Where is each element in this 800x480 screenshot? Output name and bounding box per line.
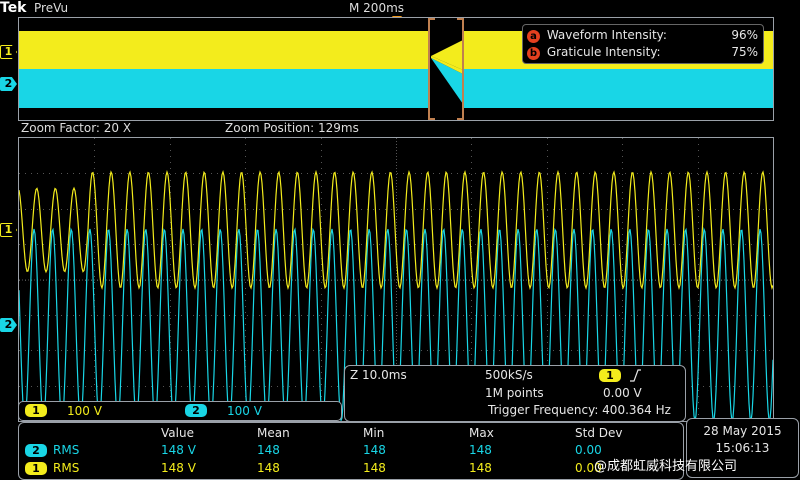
- graticule-intensity-label: Graticule Intensity:: [546, 45, 661, 59]
- record-length: 1M points: [485, 386, 544, 400]
- brand-logo: Tek: [0, 0, 27, 16]
- sample-rate: 500kS/s: [485, 368, 533, 382]
- meas-ch2-value: 148 V: [161, 443, 196, 457]
- channel-scale-box[interactable]: 1 100 V 2 100 V: [18, 401, 342, 421]
- meas-ch1-max: 148: [469, 461, 492, 475]
- acquisition-trigger-box[interactable]: Z 10.0ms 500kS/s 1 1M points 0.00 V Trig…: [344, 365, 686, 422]
- acquisition-mode: PreVu: [34, 1, 69, 15]
- date-label: 28 May 2015: [703, 424, 782, 438]
- meas-ch1-min: 148: [363, 461, 386, 475]
- info-row-waveform-intensity: a Waveform Intensity:: [527, 28, 667, 43]
- meas-ch2-max: 148: [469, 443, 492, 457]
- meas-ch2-mean: 148: [257, 443, 280, 457]
- zoom-factor-label: Zoom Factor: 20 X: [21, 121, 132, 135]
- ch2-overview-band: [19, 69, 773, 108]
- meas-ch2-badge: 2: [25, 444, 47, 457]
- trigger-level: 0.00 V: [603, 386, 642, 400]
- badge-a-icon: a: [527, 30, 540, 43]
- meas-ch1-mean: 148: [257, 461, 280, 475]
- zoom-window-bracket[interactable]: [428, 18, 464, 120]
- watermark-text: @成都虹威科技有限公司: [594, 459, 738, 474]
- time-label: 15:06:13: [715, 441, 770, 455]
- meas-ch2-type: RMS: [53, 443, 80, 457]
- meas-ch1-type: RMS: [53, 461, 80, 475]
- waveform-intensity-label: Waveform Intensity:: [546, 28, 667, 42]
- col-header-max: Max: [469, 426, 494, 440]
- ch1-overview-marker[interactable]: 1: [0, 45, 17, 59]
- col-header-min: Min: [363, 426, 385, 440]
- col-header-mean: Mean: [257, 426, 290, 440]
- waveform-intensity-value: 96%: [731, 28, 758, 42]
- ch2-overview-marker[interactable]: 2: [0, 77, 17, 91]
- badge-b-icon: b: [527, 47, 540, 60]
- intensity-info-box: a Waveform Intensity: 96% b Graticule In…: [522, 24, 764, 64]
- col-header-value: Value: [161, 426, 194, 440]
- measurement-table[interactable]: Value Mean Min Max Std Dev 2 RMS 148 V 1…: [18, 422, 684, 480]
- ch1-zoom-marker[interactable]: 1: [0, 223, 17, 237]
- rising-edge-icon: [630, 369, 641, 382]
- ch1-scale-badge[interactable]: 1: [25, 404, 47, 417]
- graticule-intensity-value: 75%: [731, 45, 758, 59]
- ch2-scale-value: 100 V: [227, 404, 262, 418]
- zoom-position-label: Zoom Position: 129ms: [225, 121, 359, 135]
- ch2-zoom-marker[interactable]: 2: [0, 318, 17, 332]
- trigger-source-badge[interactable]: 1: [599, 369, 621, 382]
- ch1-scale-value: 100 V: [67, 404, 102, 418]
- col-header-std-dev: Std Dev: [575, 426, 623, 440]
- ch2-scale-badge[interactable]: 2: [185, 404, 207, 417]
- meas-ch1-badge: 1: [25, 462, 47, 475]
- info-row-graticule-intensity: b Graticule Intensity:: [527, 45, 661, 60]
- timebase-label: M 200ms: [349, 1, 405, 15]
- zoom-timebase: Z 10.0ms: [350, 368, 407, 382]
- meas-ch2-min: 148: [363, 443, 386, 457]
- trigger-frequency: Trigger Frequency: 400.364 Hz: [488, 403, 671, 417]
- meas-ch1-value: 148 V: [161, 461, 196, 475]
